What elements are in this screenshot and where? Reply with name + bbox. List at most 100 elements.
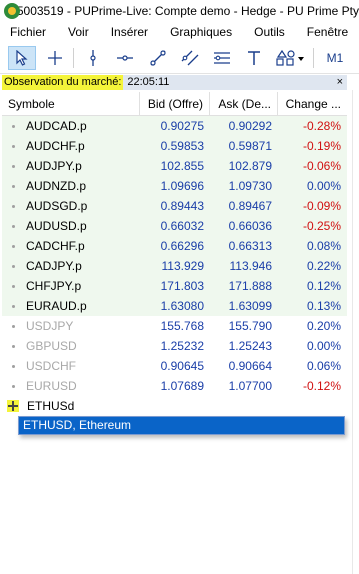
bullet-icon (12, 284, 15, 288)
crosshair-icon[interactable] (41, 46, 69, 70)
change-cell: -0.09% (302, 199, 341, 213)
bid-cell: 1.09696 (160, 179, 204, 193)
symbol-name: USDCHF (26, 359, 76, 373)
ask-cell: 0.90292 (228, 119, 272, 133)
trend-line-icon[interactable] (144, 46, 172, 70)
bullet-icon (12, 384, 15, 388)
table-row[interactable]: AUDJPY.p 102.855 102.879 -0.06% (2, 156, 347, 176)
ask-cell: 155.790 (228, 319, 272, 333)
symbol-name: AUDUSD.p (26, 219, 87, 233)
add-symbol-input[interactable]: ETHUSd (27, 399, 74, 413)
table-row[interactable]: EURAUD.p 1.63080 1.63099 0.13% (2, 296, 347, 316)
cursor-arrow-icon[interactable] (8, 46, 36, 70)
drawing-toolbar: M1 (0, 42, 359, 74)
menu-bar: Fichier Voir Insérer Graphiques Outils F… (0, 22, 359, 42)
bid-cell: 0.59853 (160, 139, 204, 153)
column-symbol[interactable]: Symbole (2, 91, 140, 116)
table-row[interactable]: USDCHF 0.90645 0.90664 0.06% (2, 356, 347, 376)
shapes-icon[interactable] (272, 46, 308, 70)
column-ask[interactable]: Ask (De... (210, 91, 278, 116)
bullet-icon (12, 164, 15, 168)
bullet-icon (12, 364, 15, 368)
table-row[interactable]: CADJPY.p 113.929 113.946 0.22% (2, 256, 347, 276)
menu-outils[interactable]: Outils (243, 25, 296, 39)
symbol-name: GBPUSD (26, 339, 77, 353)
vertical-line-icon[interactable] (79, 46, 107, 70)
table-row[interactable]: AUDCHF.p 0.59853 0.59871 -0.19% (2, 136, 347, 156)
bid-cell: 0.90275 (160, 119, 204, 133)
ask-cell: 0.89467 (228, 199, 272, 213)
text-icon[interactable] (240, 46, 268, 70)
table-row[interactable]: USDJPY 155.768 155.790 0.20% (2, 316, 347, 336)
ask-cell: 0.66313 (228, 239, 272, 253)
symbol-cell: AUDCHF.p (2, 136, 140, 156)
table-header: Symbole Bid (Offre) Ask (De... Change ..… (2, 91, 347, 116)
symbol-cell: USDCHF (2, 356, 140, 376)
ask-cell: 0.90664 (228, 359, 272, 373)
bid-cell: 171.803 (160, 279, 204, 293)
symbol-cell: AUDSGD.p (2, 196, 140, 216)
timeframe-m1-button[interactable]: M1 (320, 46, 350, 70)
symbol-cell: USDJPY (2, 316, 140, 336)
market-watch-title: Observation du marché: (2, 75, 124, 90)
bid-cell: 102.855 (160, 159, 204, 173)
ask-cell: 0.66036 (228, 219, 272, 233)
menu-fichier[interactable]: Fichier (0, 25, 57, 39)
ask-cell: 113.946 (229, 259, 273, 273)
fibonacci-lines-icon[interactable] (208, 46, 236, 70)
symbol-name: AUDJPY.p (26, 159, 82, 173)
symbol-name: USDJPY (26, 319, 74, 333)
change-cell: 0.20% (306, 319, 341, 333)
menu-fenetre[interactable]: Fenêtre (296, 25, 359, 39)
table-row[interactable]: CHFJPY.p 171.803 171.888 0.12% (2, 276, 347, 296)
close-icon[interactable]: × (337, 75, 343, 90)
symbol-name: AUDSGD.p (26, 199, 88, 213)
table-row[interactable]: AUDUSD.p 0.66032 0.66036 -0.25% (2, 216, 347, 236)
right-scrollbar[interactable] (352, 90, 359, 574)
symbol-cell: CADJPY.p (2, 256, 140, 276)
column-bid[interactable]: Bid (Offre) (140, 91, 210, 116)
change-cell: 0.13% (306, 299, 341, 313)
bid-cell: 1.63080 (160, 299, 204, 313)
symbol-name: AUDCHF.p (26, 139, 85, 153)
horizontal-line-icon[interactable] (111, 46, 139, 70)
table-row[interactable]: AUDNZD.p 1.09696 1.09730 0.00% (2, 176, 347, 196)
menu-inserer[interactable]: Insérer (100, 25, 159, 39)
symbol-cell: AUDUSD.p (2, 216, 140, 236)
menu-voir[interactable]: Voir (57, 25, 100, 39)
table-row[interactable]: EURUSD 1.07689 1.07700 -0.12% (2, 376, 347, 396)
bid-cell: 0.66296 (160, 239, 204, 253)
symbol-cell: AUDNZD.p (2, 176, 140, 196)
title-bar: 5003519 - PUPrime-Live: Compte demo - He… (0, 0, 359, 22)
symbol-cell: AUDJPY.p (2, 156, 140, 176)
symbol-cell: EURUSD (2, 376, 140, 396)
app-logo-icon (4, 3, 20, 19)
bid-cell: 155.768 (160, 319, 204, 333)
menu-graphiques[interactable]: Graphiques (159, 25, 243, 39)
bullet-icon (12, 124, 15, 128)
ask-cell: 171.888 (228, 279, 272, 293)
table-body: AUDCAD.p 0.90275 0.90292 -0.28% AUDCHF.p 0.59… (2, 116, 347, 396)
add-symbol-row[interactable]: ETHUSd (2, 396, 345, 416)
change-cell: -0.06% (302, 159, 341, 173)
bullet-icon (12, 144, 15, 148)
table-row[interactable]: AUDCAD.p 0.90275 0.90292 -0.28% (2, 116, 347, 136)
table-row[interactable]: CADCHF.p 0.66296 0.66313 0.08% (2, 236, 347, 256)
ask-cell: 102.879 (228, 159, 272, 173)
window-title: 5003519 - PUPrime-Live: Compte demo - He… (16, 4, 359, 18)
column-change[interactable]: Change ... (278, 92, 347, 116)
channel-icon[interactable] (176, 46, 204, 70)
change-cell: 0.08% (306, 239, 341, 253)
suggestion-item[interactable]: ETHUSD, Ethereum (19, 417, 344, 434)
symbol-cell: EURAUD.p (2, 296, 140, 316)
table-row[interactable]: GBPUSD 1.25232 1.25243 0.00% (2, 336, 347, 356)
add-symbol-plus-icon (7, 400, 19, 412)
market-watch-time: 22:05:11 (127, 76, 170, 88)
ask-cell: 1.63099 (228, 299, 272, 313)
symbol-name: CHFJPY.p (26, 279, 82, 293)
symbol-cell: CHFJPY.p (2, 276, 140, 296)
table-row[interactable]: AUDSGD.p 0.89443 0.89467 -0.09% (2, 196, 347, 216)
bullet-icon (12, 224, 15, 228)
ask-cell: 1.25243 (228, 339, 272, 353)
change-cell: 0.06% (306, 359, 341, 373)
